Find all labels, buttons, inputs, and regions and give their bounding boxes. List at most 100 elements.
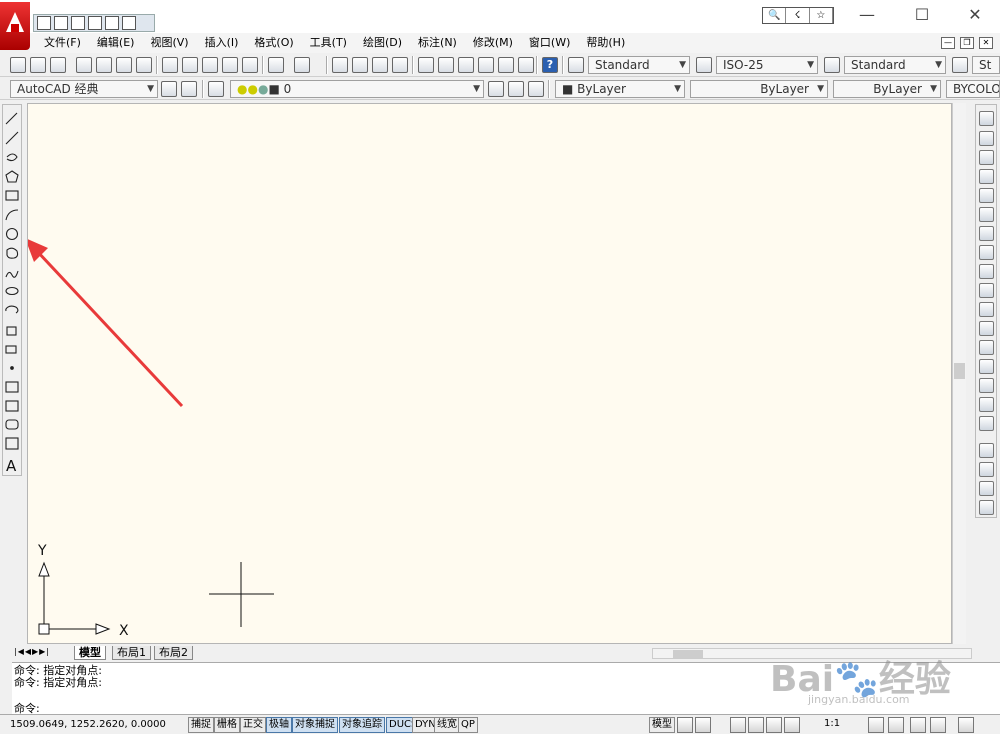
annotation-scale[interactable]: 1:1: [822, 717, 842, 733]
annotation-visibility-icon[interactable]: [868, 717, 884, 733]
layout-icon[interactable]: [677, 717, 693, 733]
draw-order-front-icon[interactable]: [979, 443, 994, 458]
autocad-logo-icon[interactable]: [0, 2, 30, 50]
circle-icon[interactable]: [5, 227, 19, 241]
ellipse-icon[interactable]: [5, 286, 19, 296]
quick-view-icon[interactable]: [695, 717, 711, 733]
match-properties-icon[interactable]: [222, 57, 238, 73]
layer-manager-icon[interactable]: [208, 81, 224, 97]
ellipse-arc-icon[interactable]: [5, 305, 19, 314]
explode-icon[interactable]: [979, 416, 994, 431]
make-block-icon[interactable]: [5, 345, 17, 354]
line-tool-icon[interactable]: [5, 112, 18, 125]
make-layer-current-icon[interactable]: [488, 81, 504, 97]
spline-icon[interactable]: [5, 270, 19, 278]
plot-preview-icon[interactable]: [96, 57, 112, 73]
new-icon[interactable]: [10, 57, 26, 73]
sheet-set-icon[interactable]: [478, 57, 494, 73]
design-center-icon[interactable]: [438, 57, 454, 73]
menu-modify[interactable]: 修改(M): [465, 33, 521, 53]
doc-restore-button[interactable]: ❐: [960, 37, 974, 49]
construction-line-icon[interactable]: [5, 131, 19, 145]
plotstyle-dropdown[interactable]: BYCOLOR: [946, 80, 1000, 98]
stretch-icon[interactable]: [979, 264, 994, 279]
redo-icon[interactable]: [294, 57, 310, 73]
vertical-scroll-thumb[interactable]: [954, 363, 965, 379]
rotate-icon[interactable]: [979, 226, 994, 241]
menu-edit[interactable]: 编辑(E): [89, 33, 143, 53]
scale-icon[interactable]: [979, 245, 994, 260]
print-icon[interactable]: [88, 16, 102, 30]
zoom-window-icon[interactable]: [372, 57, 388, 73]
otrack-toggle[interactable]: 对象追踪: [339, 717, 385, 733]
new-icon[interactable]: [37, 16, 51, 30]
showmotion-icon[interactable]: [784, 717, 800, 733]
maximize-button[interactable]: ☐: [907, 4, 937, 26]
snap-toggle[interactable]: 捕捉: [188, 717, 214, 733]
layer-dropdown[interactable]: ●●●■ 0 ▼: [230, 80, 484, 98]
polygon-icon[interactable]: [5, 170, 19, 183]
save-icon[interactable]: [50, 57, 66, 73]
help-icon[interactable]: ?: [542, 57, 558, 73]
markup-set-icon[interactable]: [498, 57, 514, 73]
table-style-icon[interactable]: [824, 57, 840, 73]
properties-icon[interactable]: [418, 57, 434, 73]
chamfer-icon[interactable]: [979, 378, 994, 393]
plot-icon[interactable]: [76, 57, 92, 73]
text-style-icon[interactable]: [568, 57, 584, 73]
tab-layout2[interactable]: 布局2: [154, 646, 193, 660]
doc-close-button[interactable]: ✕: [979, 37, 993, 49]
offset-icon[interactable]: [979, 169, 994, 184]
paste-icon[interactable]: [202, 57, 218, 73]
lineweight-toggle[interactable]: 线宽: [434, 717, 460, 733]
quick-properties-toggle[interactable]: QP: [458, 717, 478, 733]
drawing-canvas[interactable]: Y X: [27, 103, 952, 644]
customize-icon[interactable]: [181, 81, 197, 97]
draw-order-under-icon[interactable]: [979, 500, 994, 515]
text-style-dropdown[interactable]: Standard ▼: [588, 56, 690, 74]
block-editor-icon[interactable]: [242, 57, 258, 73]
zoom-realtime-icon[interactable]: [352, 57, 368, 73]
open-icon[interactable]: [30, 57, 46, 73]
draw-order-above-icon[interactable]: [979, 481, 994, 496]
workspace-settings-icon[interactable]: [161, 81, 177, 97]
gradient-icon[interactable]: [5, 400, 19, 412]
open-icon[interactable]: [54, 16, 68, 30]
draw-order-back-icon[interactable]: [979, 462, 994, 477]
break-icon[interactable]: [979, 340, 994, 355]
doc-minimize-button[interactable]: —: [941, 37, 955, 49]
multileader-style-dropdown[interactable]: St: [972, 56, 1000, 74]
menu-file[interactable]: 文件(F): [36, 33, 89, 53]
save-icon[interactable]: [71, 16, 85, 30]
region-icon[interactable]: [5, 419, 19, 430]
undo-icon[interactable]: [105, 16, 119, 30]
polar-toggle[interactable]: 极轴: [266, 717, 292, 733]
undo-icon[interactable]: [268, 57, 284, 73]
insert-block-icon[interactable]: [6, 326, 17, 336]
menu-help[interactable]: 帮助(H): [578, 33, 633, 53]
rectangle-icon[interactable]: [5, 190, 19, 201]
search-icon[interactable]: 🔍: [763, 8, 787, 23]
publish-icon[interactable]: [116, 57, 132, 73]
trim-icon[interactable]: [979, 283, 994, 298]
table-style-dropdown[interactable]: Standard ▼: [844, 56, 946, 74]
clean-screen-icon[interactable]: [958, 717, 974, 733]
dimension-style-dropdown[interactable]: ISO-25 ▼: [716, 56, 818, 74]
menu-view[interactable]: 视图(V): [142, 33, 196, 53]
menu-window[interactable]: 窗口(W): [521, 33, 578, 53]
move-icon[interactable]: [979, 207, 994, 222]
communication-icon[interactable]: ☇: [786, 8, 810, 23]
ortho-toggle[interactable]: 正交: [240, 717, 266, 733]
pan-status-icon[interactable]: [730, 717, 746, 733]
model-space-button[interactable]: 模型: [649, 717, 675, 733]
menu-tools[interactable]: 工具(T): [302, 33, 355, 53]
steering-wheel-icon[interactable]: [766, 717, 782, 733]
pan-icon[interactable]: [332, 57, 348, 73]
grid-toggle[interactable]: 栅格: [214, 717, 240, 733]
dimension-style-icon[interactable]: [696, 57, 712, 73]
menu-draw[interactable]: 绘图(D): [355, 33, 410, 53]
arc-icon[interactable]: [5, 209, 19, 221]
erase-icon[interactable]: [979, 111, 994, 126]
minimize-button[interactable]: —: [852, 4, 882, 26]
polyline-icon[interactable]: [6, 153, 18, 162]
